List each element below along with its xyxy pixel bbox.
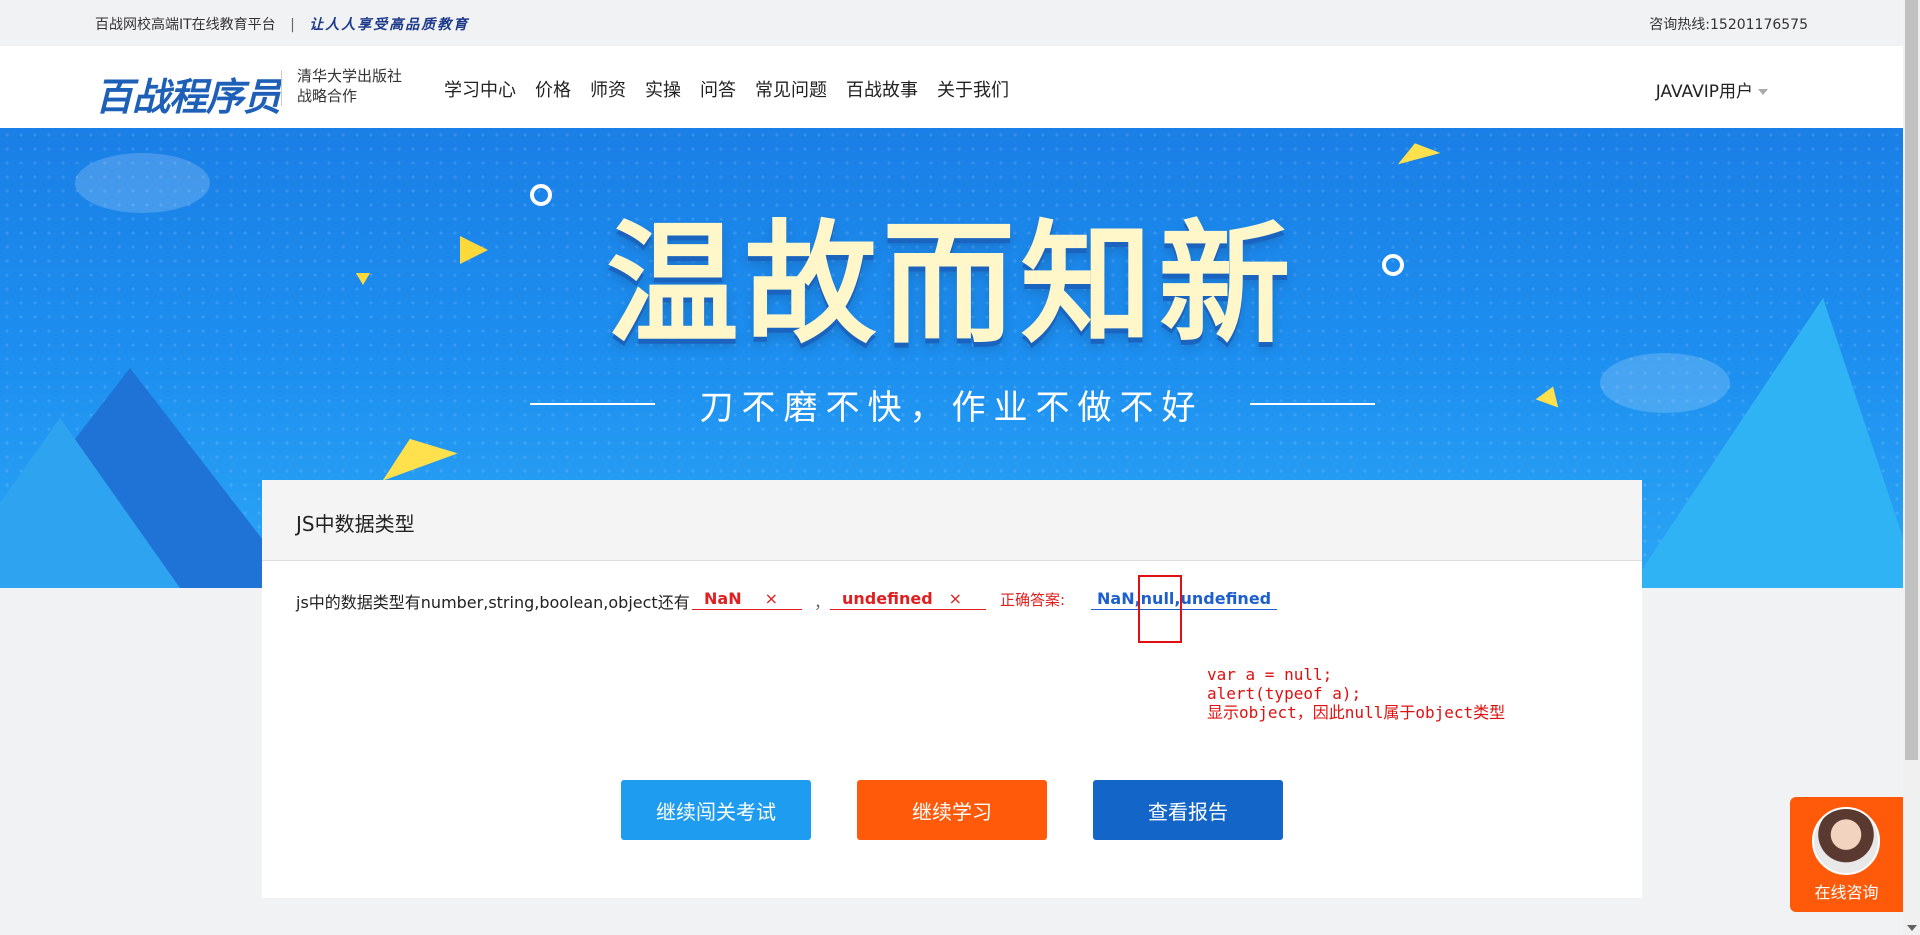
scrollbar-thumb[interactable] [1905, 0, 1918, 760]
note-line: alert(typeof a); [1207, 684, 1362, 703]
logo-divider [281, 70, 282, 106]
banner-title: 温故而知新 [606, 208, 1297, 362]
wrong-mark-icon: × [948, 589, 962, 608]
continue-exam-button[interactable]: 继续闯关考试 [621, 780, 811, 840]
subtitle-line-right [1250, 403, 1375, 405]
blank-separator: ， [814, 593, 831, 612]
wrong-mark-icon: × [764, 589, 778, 608]
partner-line-2: 战略合作 [297, 87, 358, 105]
user-name: JAVAVIP用户 [1655, 82, 1753, 102]
correct-answer-value: NaN,null,undefined [1091, 586, 1278, 610]
platform-text: 百战网校高端IT在线教育平台 [95, 17, 276, 33]
mountain-left-front [0, 418, 180, 588]
card-header: JS中数据类型 [262, 480, 1642, 561]
annotation-highlight-box [1138, 575, 1182, 643]
partner-text: 清华大学出版社 战略合作 [297, 66, 402, 106]
chevron-down-icon [1758, 89, 1768, 95]
site-logo[interactable]: 百战程序员 [95, 66, 281, 121]
annotation-note: var a = null; alert(typeof a); 显示object，… [1207, 665, 1505, 722]
nav-item-faq[interactable]: 常见问题 [755, 76, 827, 102]
banner-subtitle: 刀不磨不快，作业不做不好 [699, 388, 1204, 428]
continue-study-button[interactable]: 继续学习 [857, 780, 1047, 840]
nav-item-qa[interactable]: 问答 [700, 76, 736, 102]
card-title: JS中数据类型 [296, 512, 415, 536]
answer-blank-2[interactable]: undefined × [830, 586, 986, 610]
nav-item-practice[interactable]: 实操 [645, 76, 681, 102]
user-menu[interactable]: JAVAVIP用户 [1656, 77, 1768, 102]
site-header: 百战程序员 清华大学出版社 战略合作 学习中心 价格 师资 实操 问答 常见问题… [0, 46, 1903, 128]
question-text: js中的数据类型有number,string,boolean,object还有 [296, 593, 690, 612]
separator: | [290, 17, 295, 33]
nav-item-about[interactable]: 关于我们 [937, 76, 1009, 102]
top-strip-left: 百战网校高端IT在线教育平台 | 让人人享受高品质教育 [95, 14, 469, 34]
nav-item-stories[interactable]: 百战故事 [846, 76, 918, 102]
note-line: 显示object，因此null属于object类型 [1207, 703, 1506, 722]
page-scrollbar[interactable] [1903, 0, 1920, 935]
correct-answer-label: 正确答案: [1000, 591, 1066, 609]
hotline-text: 咨询热线:15201176575 [1649, 17, 1808, 33]
slogan-text: 让人人享受高品质教育 [309, 17, 470, 33]
avatar [1812, 807, 1880, 875]
online-consult-widget[interactable]: 在线咨询 [1790, 797, 1903, 912]
blank-1-value: NaN [704, 589, 742, 608]
view-report-button[interactable]: 查看报告 [1093, 780, 1283, 840]
partner-line-1: 清华大学出版社 [297, 67, 403, 85]
question-card: JS中数据类型 js中的数据类型有number,string,boolean,o… [262, 480, 1642, 898]
answer-blank-1[interactable]: NaN × [692, 586, 802, 610]
main-nav: 学习中心 价格 师资 实操 问答 常见问题 百战故事 关于我们 [444, 76, 1009, 102]
blank-2-value: undefined [842, 589, 933, 608]
top-strip: 百战网校高端IT在线教育平台 | 让人人享受高品质教育 咨询热线:1520117… [0, 0, 1903, 46]
consult-label: 在线咨询 [1814, 883, 1879, 902]
note-line: var a = null; [1207, 665, 1333, 684]
nav-item-price[interactable]: 价格 [535, 76, 571, 102]
scroll-down-icon[interactable] [1907, 925, 1917, 931]
nav-item-learning-center[interactable]: 学习中心 [444, 76, 516, 102]
nav-item-teachers[interactable]: 师资 [590, 76, 626, 102]
